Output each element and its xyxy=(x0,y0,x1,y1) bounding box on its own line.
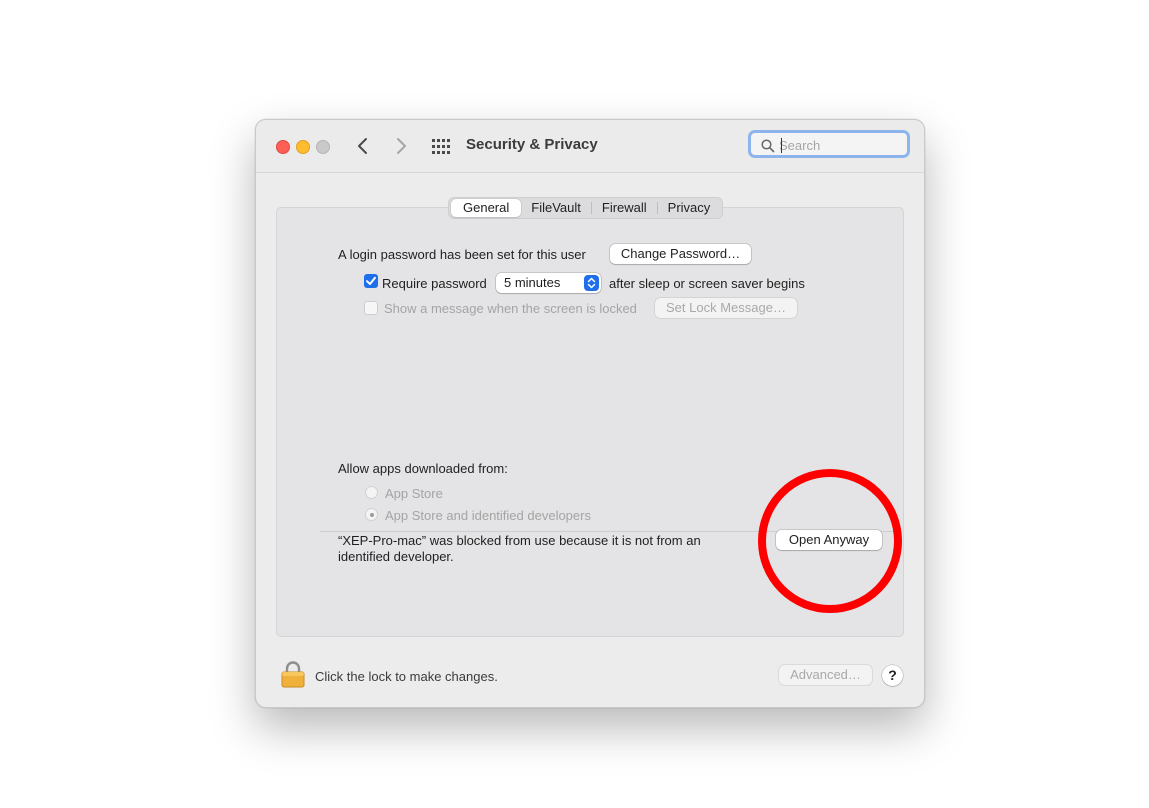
search-input[interactable] xyxy=(779,135,899,155)
change-password-button[interactable]: Change Password… xyxy=(610,244,751,264)
search-field[interactable] xyxy=(748,130,910,158)
radio-selected-dot xyxy=(369,512,374,517)
advanced-button[interactable]: Advanced… xyxy=(779,665,872,685)
tab-privacy[interactable]: Privacy xyxy=(658,199,721,217)
set-lock-message-button[interactable]: Set Lock Message… xyxy=(655,298,797,318)
window-title: Security & Privacy xyxy=(466,136,598,153)
blocked-message-line2: identified developer. xyxy=(338,549,454,564)
after-sleep-text: after sleep or screen saver begins xyxy=(609,276,805,291)
show-message-checkbox[interactable] xyxy=(364,301,378,315)
security-privacy-window: Security & Privacy General FileVault Fir… xyxy=(255,119,925,708)
search-icon xyxy=(761,139,775,153)
lock-hint-text: Click the lock to make changes. xyxy=(315,669,498,684)
radio-identified-developers-label: App Store and identified developers xyxy=(385,508,591,523)
tab-general[interactable]: General xyxy=(451,199,522,217)
chevron-left-icon xyxy=(358,138,367,154)
show-all-button[interactable] xyxy=(431,137,453,157)
login-password-text: A login password has been set for this u… xyxy=(338,247,586,262)
minimize-window-button[interactable] xyxy=(296,140,310,154)
chevron-right-icon xyxy=(397,138,406,154)
grid-icon xyxy=(432,139,450,154)
radio-app-store[interactable] xyxy=(365,486,378,499)
general-panel: A login password has been set for this u… xyxy=(276,207,904,637)
tab-filevault[interactable]: FileVault xyxy=(521,199,591,217)
lock-icon xyxy=(281,661,305,688)
password-delay-select[interactable]: 5 minutes xyxy=(496,273,601,293)
close-window-button[interactable] xyxy=(276,140,290,154)
tab-bar: General FileVault Firewall Privacy xyxy=(448,197,724,219)
title-bar: Security & Privacy xyxy=(256,120,924,173)
open-anyway-button[interactable]: Open Anyway xyxy=(776,530,882,550)
zoom-window-button[interactable] xyxy=(316,140,330,154)
help-button[interactable]: ? xyxy=(882,665,903,686)
radio-identified-developers[interactable] xyxy=(365,508,378,521)
checkmark-icon xyxy=(366,276,376,285)
forward-button[interactable] xyxy=(390,135,412,157)
show-message-label: Show a message when the screen is locked xyxy=(384,301,637,316)
radio-app-store-label: App Store xyxy=(385,486,443,501)
tab-firewall[interactable]: Firewall xyxy=(592,199,657,217)
blocked-message-line1: “XEP-Pro-mac” was blocked from use becau… xyxy=(338,533,701,548)
password-delay-value: 5 minutes xyxy=(504,275,561,290)
require-password-checkbox[interactable] xyxy=(364,274,378,288)
require-password-label: Require password xyxy=(382,276,487,291)
back-button[interactable] xyxy=(353,135,375,157)
text-caret xyxy=(781,138,782,153)
allow-apps-label: Allow apps downloaded from: xyxy=(338,461,508,476)
up-down-arrows-icon xyxy=(584,275,599,291)
lock-button[interactable] xyxy=(280,660,306,693)
